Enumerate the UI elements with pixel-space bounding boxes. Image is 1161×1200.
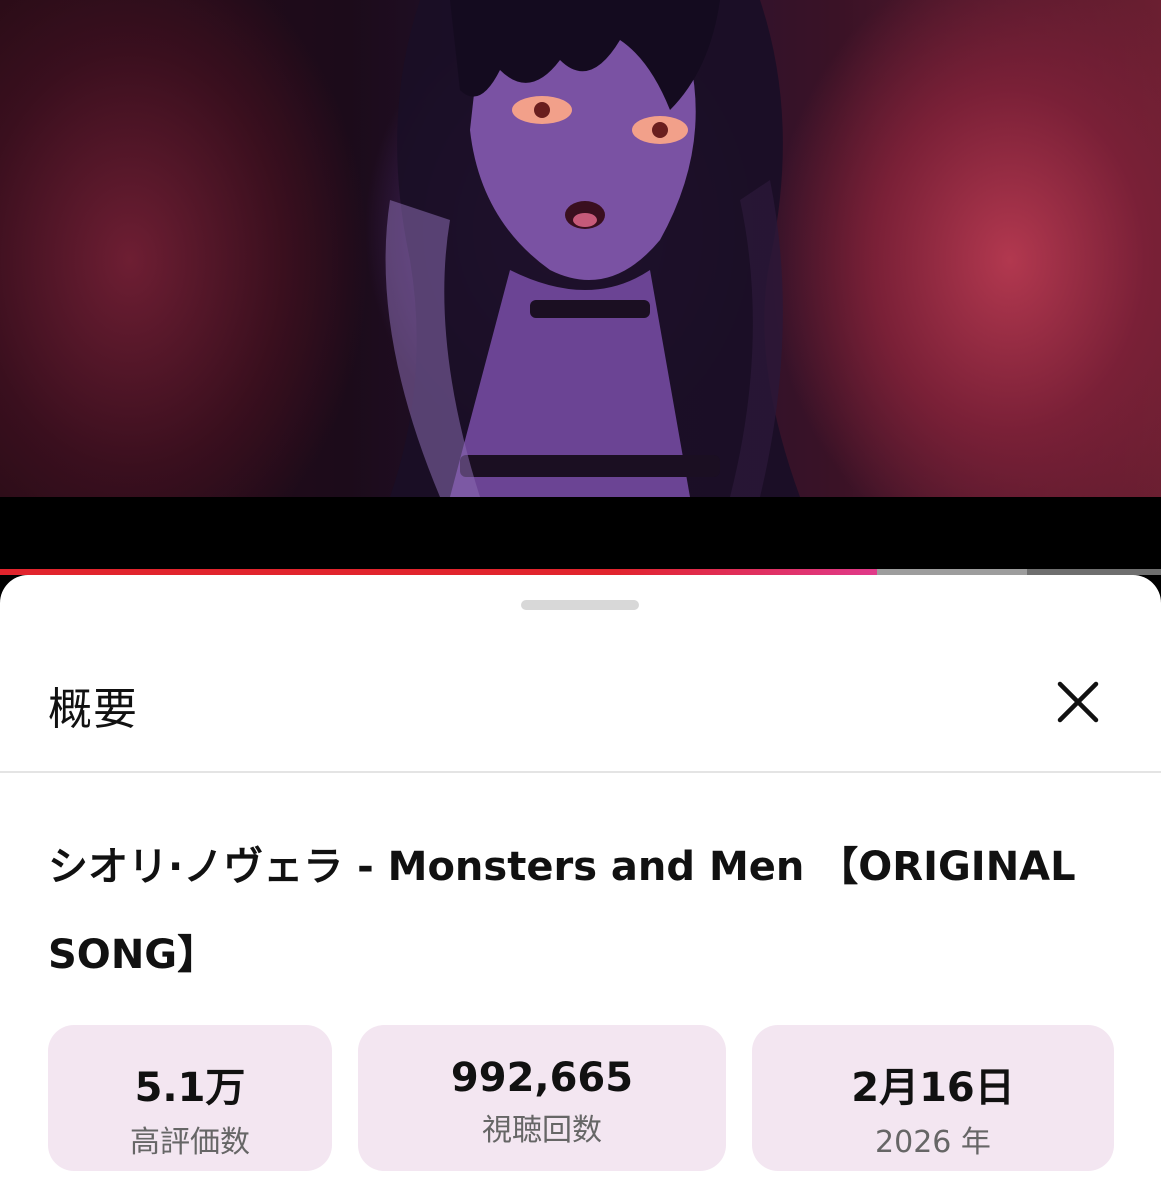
views-label: 視聴回数 [482, 1113, 602, 1148]
video-player[interactable] [0, 0, 1161, 575]
views-card: 992,665 視聴回数 [358, 1025, 726, 1171]
close-button[interactable] [1047, 671, 1109, 733]
video-letterbox [0, 497, 1161, 569]
likes-label: 高評価数 [130, 1125, 250, 1160]
character-illustration [385, 0, 800, 497]
date-value: 2月16日 [851, 1065, 1015, 1111]
date-card: 2月16日 2026 年 [752, 1025, 1114, 1171]
likes-card: 5.1万 高評価数 [48, 1025, 332, 1171]
date-label: 2026 年 [875, 1125, 991, 1160]
views-value: 992,665 [450, 1055, 634, 1101]
divider [0, 771, 1161, 773]
close-icon [1057, 681, 1099, 723]
sheet-title: 概要 [48, 684, 138, 735]
stats-row: 5.1万 高評価数 992,665 視聴回数 2月16日 2026 年 [48, 1025, 1114, 1175]
video-thumbnail[interactable] [0, 0, 1161, 497]
description-sheet: 概要 シオリ·ノヴェラ - Monsters and Men 【ORIGINAL… [0, 575, 1161, 1200]
likes-value: 5.1万 [134, 1065, 246, 1111]
drag-handle[interactable] [521, 600, 639, 610]
video-title: シオリ·ノヴェラ - Monsters and Men 【ORIGINAL SO… [48, 844, 1076, 978]
